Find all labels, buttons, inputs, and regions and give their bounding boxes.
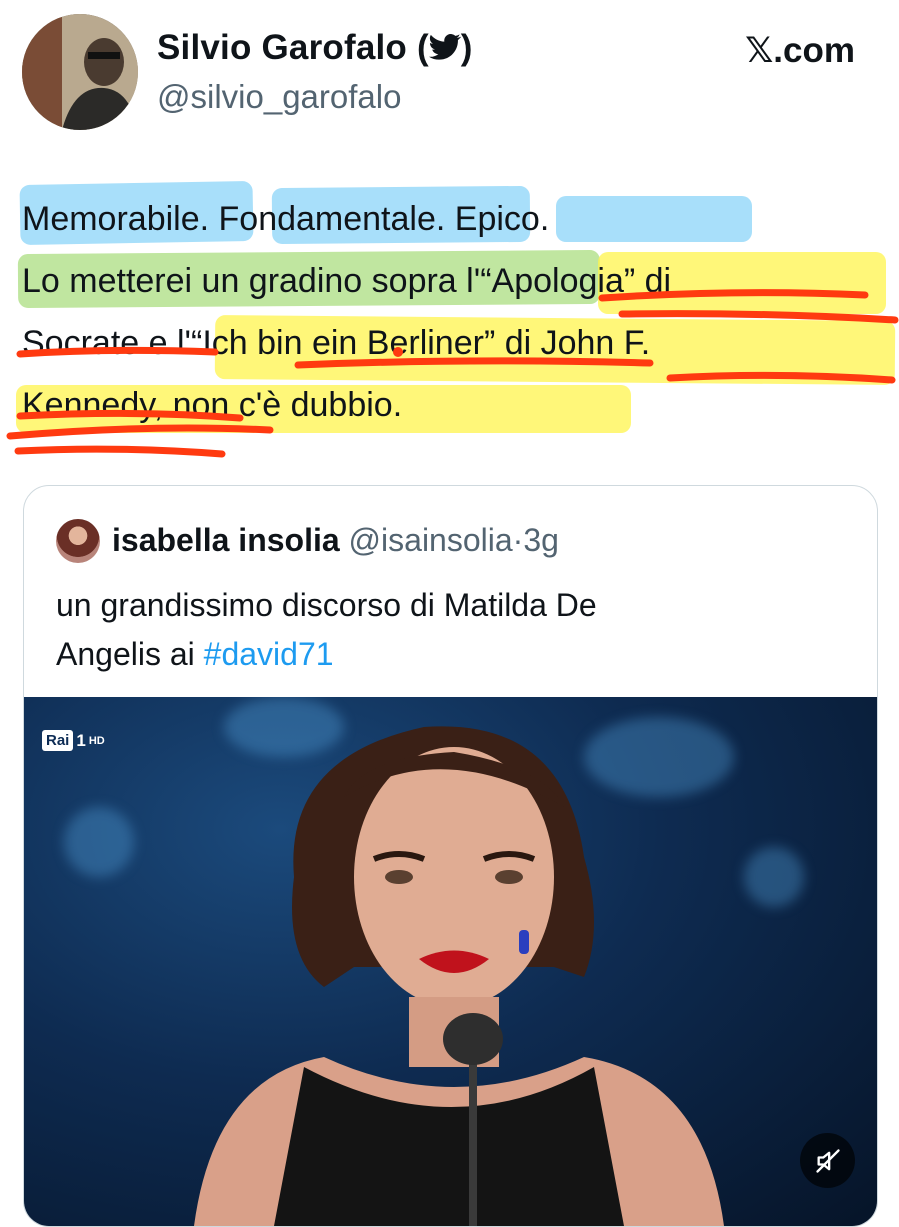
author-name[interactable]: Silvio Garofalo () bbox=[157, 28, 473, 68]
quoted-author-avatar[interactable] bbox=[56, 519, 100, 563]
quoted-author-name[interactable]: isabella insolia bbox=[112, 522, 340, 558]
mute-button[interactable] bbox=[800, 1133, 855, 1188]
rai-logo-box: Rai bbox=[42, 730, 74, 751]
author-handle[interactable]: @silvio_garofalo bbox=[157, 78, 401, 116]
quoted-separator: · bbox=[512, 522, 524, 558]
tweet-text-line-2: Lo metterei un gradino sopra l'“Apologia… bbox=[22, 262, 672, 300]
rai1-hd-logo: Rai 1 HD bbox=[42, 730, 105, 751]
twitter-bird-icon bbox=[428, 34, 461, 60]
author-avatar-image bbox=[22, 14, 138, 130]
quoted-author-handle[interactable]: @isainsolia bbox=[349, 522, 513, 558]
quoted-timestamp[interactable]: 3g bbox=[523, 522, 559, 558]
quoted-tweet-header: isabella insolia @isainsolia·3g bbox=[112, 522, 559, 559]
quoted-tweet-text: un grandissimo discorso di Matilda De An… bbox=[56, 581, 836, 679]
highlight-epico bbox=[556, 196, 752, 242]
paren-open: ( bbox=[416, 28, 429, 67]
paren-close: ) bbox=[460, 28, 473, 67]
tweet-text-line-3: Socrate e l'“Ich bin ein Berliner” di Jo… bbox=[22, 324, 651, 362]
rai-logo-hd: HD bbox=[88, 734, 105, 747]
rai-logo-number: 1 bbox=[76, 730, 86, 750]
quoted-text-prefix: Angelis ai bbox=[56, 636, 204, 672]
author-avatar[interactable] bbox=[22, 14, 138, 130]
tweet-text-line-4: Kennedy, non c'è dubbio. bbox=[22, 386, 403, 424]
quoted-video[interactable]: Rai 1 HD bbox=[24, 697, 877, 1226]
author-name-text[interactable]: Silvio Garofalo bbox=[157, 28, 407, 67]
tweet-text-line-1: Memorabile. Fondamentale. Epico. bbox=[22, 200, 550, 238]
speaker-figure bbox=[194, 726, 724, 1226]
quoted-tweet-card[interactable]: isabella insolia @isainsolia·3g un grand… bbox=[23, 485, 878, 1227]
quoted-text-line-2: Angelis ai #david71 bbox=[56, 630, 836, 679]
source-brand: 𝕏.com bbox=[745, 31, 855, 70]
speaker-muted-icon bbox=[815, 1148, 840, 1173]
hashtag-link[interactable]: #david71 bbox=[204, 636, 334, 672]
underline-kennedy-3 bbox=[14, 445, 226, 458]
quoted-text-line-1: un grandissimo discorso di Matilda De bbox=[56, 587, 597, 623]
